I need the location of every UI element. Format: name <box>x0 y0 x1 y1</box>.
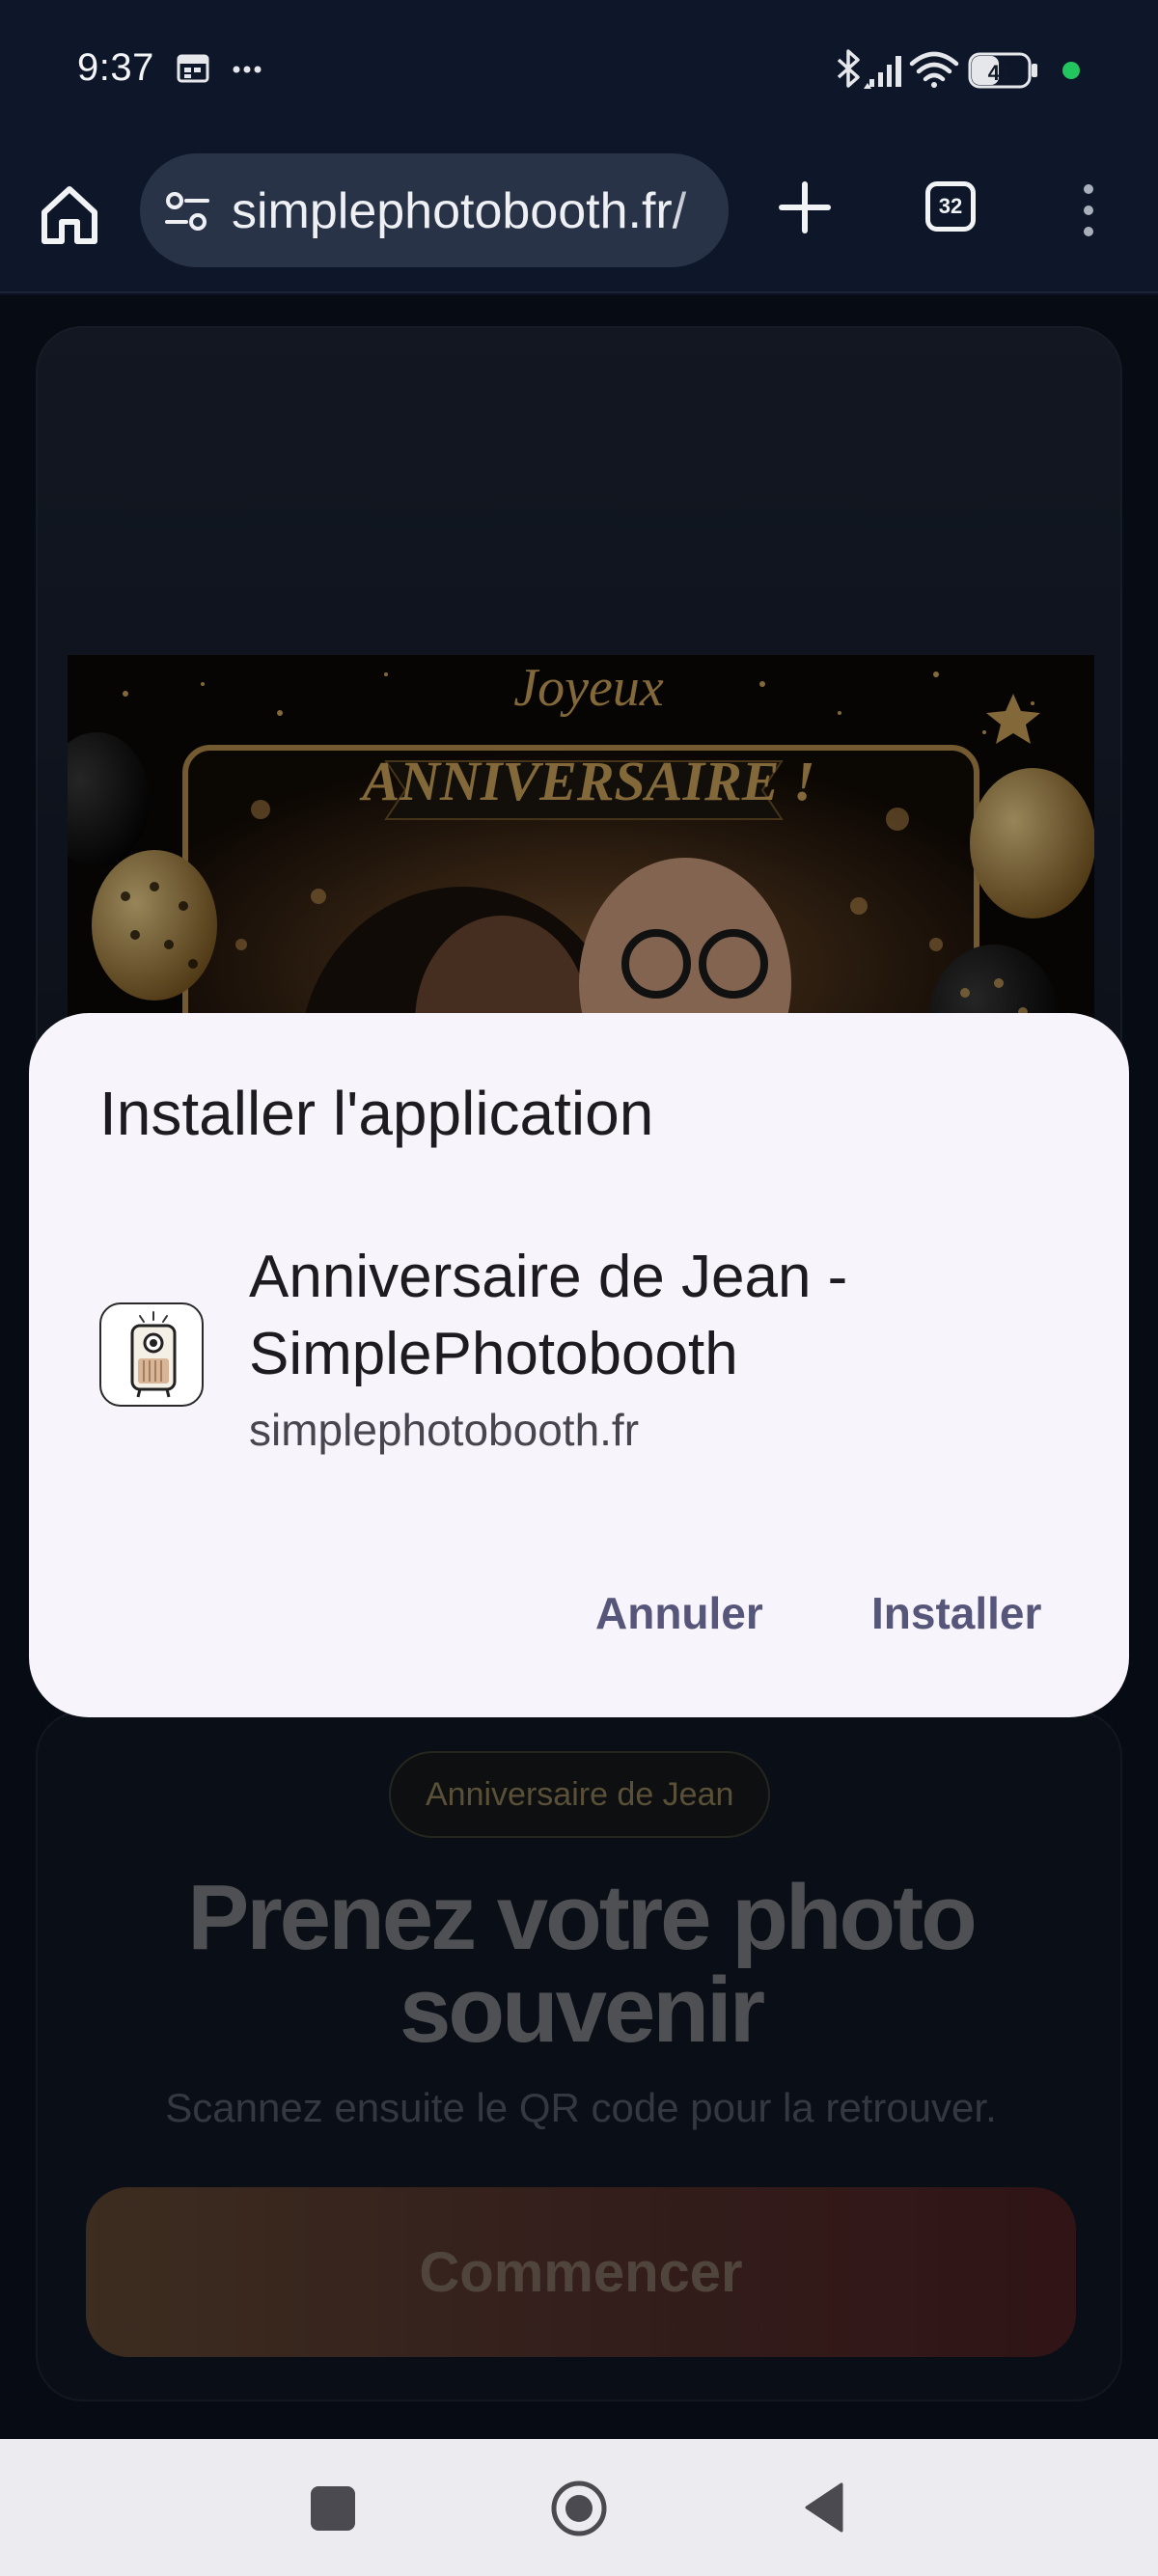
install-button[interactable]: Installer <box>871 1575 1041 1652</box>
browser-toolbar: simplephotobooth.fr/ 32 <box>0 143 1158 293</box>
status-bar: 9:37 41 <box>0 0 1158 143</box>
app-name: Anniversaire de Jean - SimplePhotobooth <box>249 1239 1079 1393</box>
app-name-line1: Anniversaire de Jean - <box>249 1244 848 1310</box>
photobooth-icon <box>130 1311 177 1398</box>
url-text: simplephotobooth.fr/ <box>232 183 687 239</box>
system-nav-bar <box>0 2439 1158 2576</box>
url-fade <box>671 153 729 267</box>
status-left-icons <box>177 54 262 83</box>
home-icon[interactable] <box>39 181 100 249</box>
cellular-icon <box>864 56 901 89</box>
app-name-line2: SimplePhotobooth <box>249 1321 738 1387</box>
more-dots-icon <box>233 66 262 73</box>
cancel-button[interactable]: Annuler <box>595 1575 763 1652</box>
more-options-icon[interactable] <box>1071 181 1106 239</box>
app-icon <box>99 1302 204 1407</box>
site-settings-icon[interactable] <box>163 188 211 234</box>
bluetooth-icon <box>837 49 860 88</box>
back-icon[interactable] <box>803 2481 845 2534</box>
battery-level: 41 <box>988 61 1011 85</box>
recents-icon[interactable] <box>311 2486 355 2531</box>
app-domain: simplephotobooth.fr <box>249 1405 640 1455</box>
status-right-icons: 41 <box>837 49 1080 89</box>
address-bar[interactable]: simplephotobooth.fr/ <box>140 153 729 267</box>
tab-switcher-button[interactable]: 32 <box>925 181 976 232</box>
nav-home-icon[interactable] <box>550 2480 608 2537</box>
battery-icon: 41 <box>968 52 1037 89</box>
dialog-title: Installer l'application <box>99 1079 654 1148</box>
status-time: 9:37 <box>77 46 154 89</box>
wifi-icon <box>909 51 959 88</box>
install-app-dialog: Installer l'application Anniversaire de … <box>29 1013 1129 1717</box>
calendar-icon <box>177 54 209 83</box>
new-tab-icon[interactable] <box>772 175 838 240</box>
dot-indicator-icon <box>1062 62 1080 79</box>
